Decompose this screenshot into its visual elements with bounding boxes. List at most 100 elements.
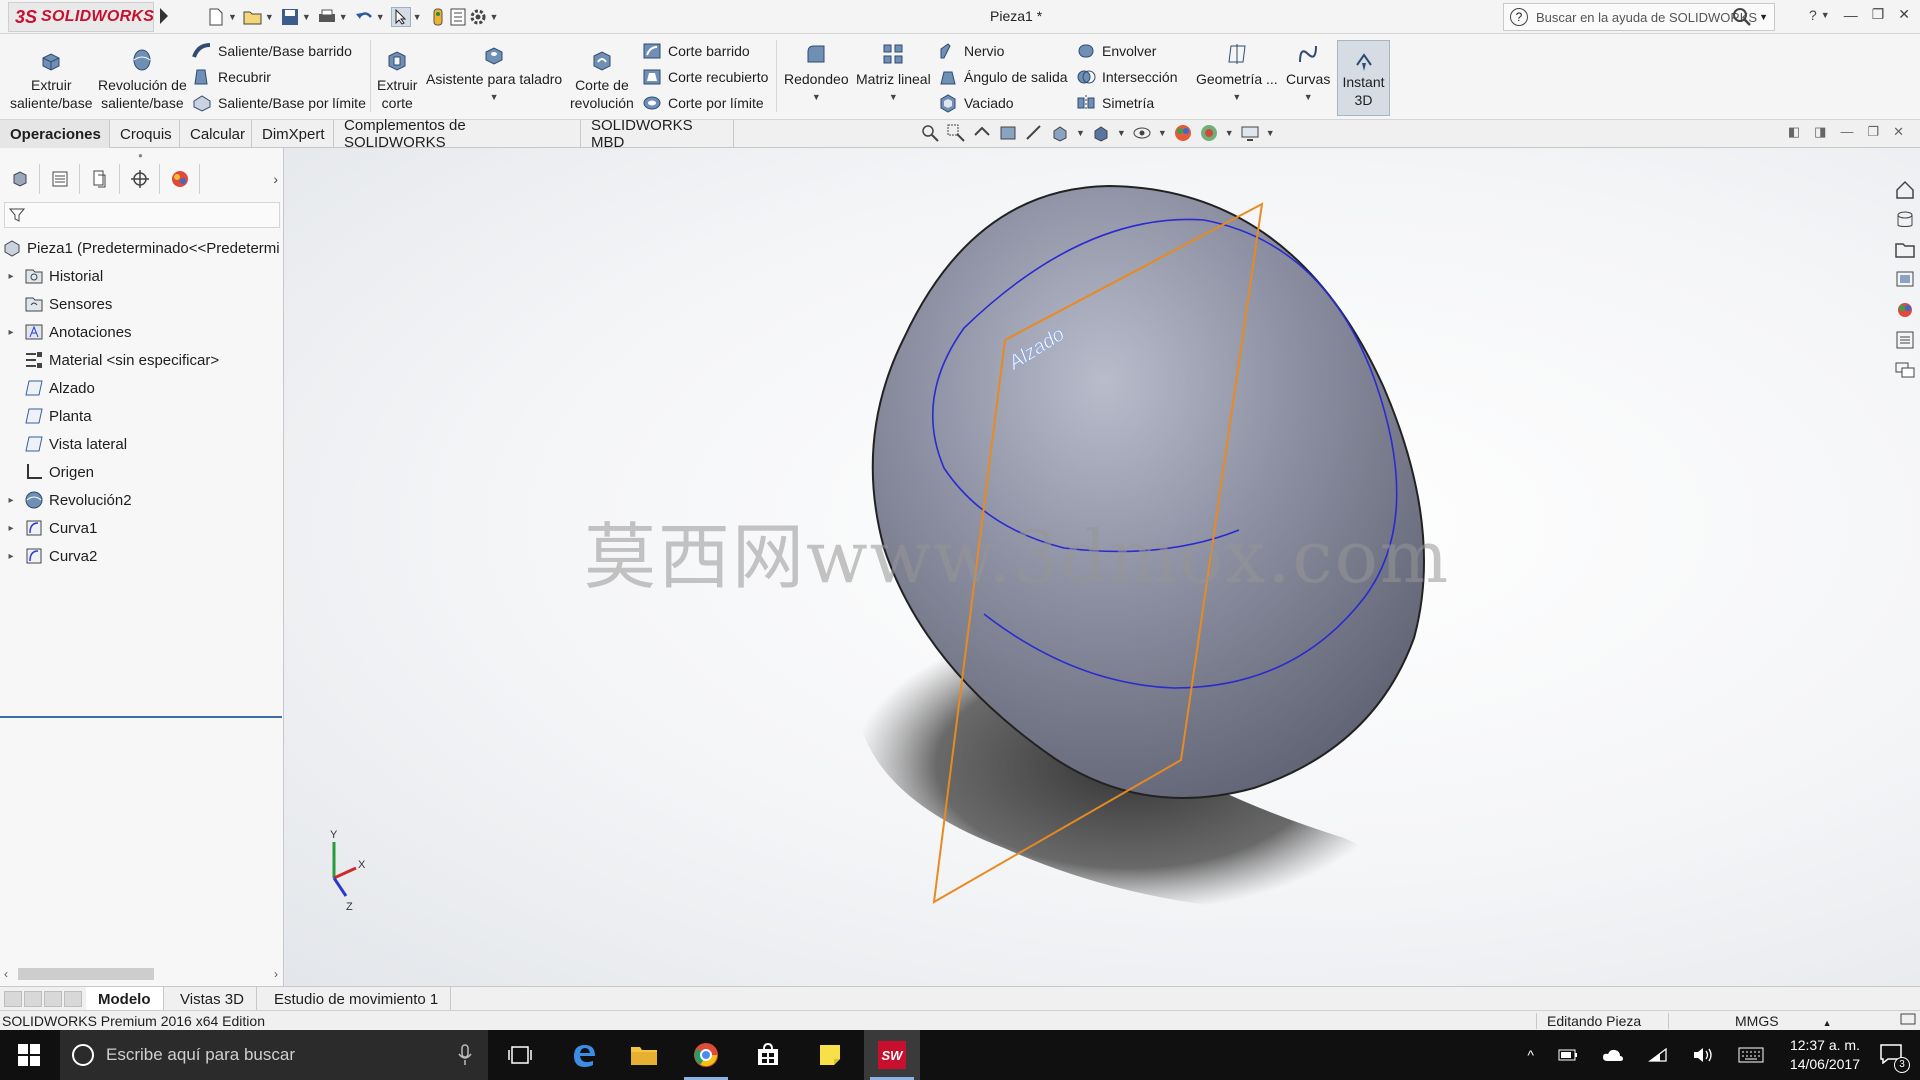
open-dropdown-icon[interactable]: ▼ xyxy=(265,12,274,22)
taskbar-chrome[interactable] xyxy=(678,1030,734,1080)
taskbar-file-explorer[interactable] xyxy=(616,1030,672,1080)
panel-expand-chevron-icon[interactable]: › xyxy=(273,171,278,187)
previous-view-icon[interactable] xyxy=(972,123,992,143)
graphics-area[interactable]: Alzado Y X Z 莫西网www.3dmox.com xyxy=(284,148,1920,986)
start-button[interactable] xyxy=(0,1030,58,1080)
tooltip-toggle-icon[interactable] xyxy=(1900,1013,1916,1030)
menu-flyout-arrow-icon[interactable] xyxy=(160,8,168,24)
help-dropdown-icon[interactable]: ▼ xyxy=(1821,10,1830,20)
pattern-dropdown-icon[interactable]: ▼ xyxy=(889,88,898,106)
boundary-cut-button[interactable]: Corte por límite xyxy=(642,92,764,114)
wrap-button[interactable]: Envolver xyxy=(1076,40,1156,62)
tab-operaciones[interactable]: Operaciones xyxy=(0,120,110,148)
expand-arrow-icon[interactable]: ▸ xyxy=(6,327,16,338)
extruded-cut-button[interactable]: Extruir corte xyxy=(377,48,417,112)
expand-arrow-icon[interactable]: ▸ xyxy=(6,271,16,282)
view-orientation-dropdown-icon[interactable]: ▼ xyxy=(1076,128,1085,138)
open-folder-icon[interactable] xyxy=(243,7,263,27)
first-tab-icon[interactable] xyxy=(4,991,22,1007)
task-view-button[interactable] xyxy=(492,1030,548,1080)
options-dropdown-icon[interactable]: ▼ xyxy=(490,12,499,22)
hole-wizard-button[interactable]: Asistente para taladro ▼ xyxy=(426,42,562,106)
last-tab-icon[interactable] xyxy=(64,991,82,1007)
scroll-thumb[interactable] xyxy=(18,968,154,980)
swept-cut-button[interactable]: Corte barrido xyxy=(642,40,750,62)
save-icon[interactable] xyxy=(280,7,300,27)
select-pointer-icon[interactable] xyxy=(390,7,411,27)
solidworks-resources-icon[interactable] xyxy=(1894,178,1916,202)
dynamic-annotation-icon[interactable] xyxy=(1024,123,1044,143)
unit-system-selector[interactable]: MMGS ▲ xyxy=(1668,1013,1831,1029)
taskbar-store[interactable] xyxy=(740,1030,796,1080)
revolve-boss-button[interactable]: Revolución de saliente/base xyxy=(98,48,187,112)
lofted-cut-button[interactable]: Corte recubierto xyxy=(642,66,768,88)
tree-item[interactable]: ▸ Anotaciones xyxy=(0,318,284,346)
options-gear-icon[interactable] xyxy=(468,7,488,27)
hide-show-dropdown-icon[interactable]: ▼ xyxy=(1158,128,1167,138)
rib-button[interactable]: Nervio xyxy=(938,40,1004,62)
loft-boss-button[interactable]: Recubrir xyxy=(192,66,271,88)
tile-left-icon[interactable]: ◧ xyxy=(1788,124,1800,140)
tab-estudio-movimiento[interactable]: Estudio de movimiento 1 xyxy=(262,987,452,1011)
tile-right-icon[interactable]: ◨ xyxy=(1814,124,1826,140)
onedrive-cloud-icon[interactable] xyxy=(1602,1048,1624,1062)
tree-item[interactable]: ▸ Curva1 xyxy=(0,514,284,542)
tree-item[interactable]: ▸ Historial xyxy=(0,262,284,290)
minimize-icon[interactable]: — xyxy=(1844,7,1858,23)
search-dropdown-icon[interactable]: ▼ xyxy=(1759,12,1768,22)
action-center-button[interactable]: 3 xyxy=(1880,1043,1910,1073)
file-properties-icon[interactable] xyxy=(448,7,468,27)
undo-dropdown-icon[interactable]: ▼ xyxy=(376,12,385,22)
tree-item[interactable]: Sensores xyxy=(0,290,284,318)
tree-item[interactable]: Origen xyxy=(0,458,284,486)
scene-dropdown-icon[interactable]: ▼ xyxy=(1225,128,1234,138)
doc-restore-icon[interactable]: ❐ xyxy=(1867,124,1879,140)
tree-item[interactable]: Alzado xyxy=(0,374,284,402)
propertymanager-tab-icon[interactable] xyxy=(40,164,80,194)
taskbar-edge[interactable] xyxy=(556,1030,612,1080)
microphone-icon[interactable] xyxy=(458,1044,472,1066)
reference-geometry-button[interactable]: Geometría ... ▼ xyxy=(1196,42,1278,106)
tab-complementos[interactable]: Complementos de SOLIDWORKS xyxy=(334,117,581,151)
close-icon[interactable]: ✕ xyxy=(1898,6,1910,23)
curves-button[interactable]: Curvas ▼ xyxy=(1286,42,1330,106)
scroll-left-icon[interactable]: ‹ xyxy=(4,967,8,981)
tree-root-part[interactable]: Pieza1 (Predeterminado<<Predetermi xyxy=(0,234,284,262)
view-settings-icon[interactable] xyxy=(1240,123,1260,143)
design-library-icon[interactable] xyxy=(1894,208,1916,232)
forum-icon[interactable] xyxy=(1894,358,1916,382)
tab-dimxpert[interactable]: DimXpert xyxy=(252,120,334,148)
taskbar-sticky-notes[interactable] xyxy=(802,1030,858,1080)
appearances-icon[interactable] xyxy=(1894,298,1916,322)
mirror-button[interactable]: Simetría xyxy=(1076,92,1154,114)
fillet-dropdown-icon[interactable]: ▼ xyxy=(812,88,821,106)
dimxpertmanager-tab-icon[interactable] xyxy=(120,164,160,194)
rollback-bar[interactable] xyxy=(0,716,282,718)
print-icon[interactable] xyxy=(317,7,337,27)
display-style-dropdown-icon[interactable]: ▼ xyxy=(1117,128,1126,138)
curves-dropdown-icon[interactable]: ▼ xyxy=(1304,88,1313,106)
tree-filter-field[interactable] xyxy=(4,202,280,228)
panel-horizontal-scrollbar[interactable]: ‹ › xyxy=(0,964,284,984)
view-orientation-icon[interactable] xyxy=(1050,123,1070,143)
battery-icon[interactable] xyxy=(1558,1049,1578,1061)
undo-icon[interactable] xyxy=(354,7,374,27)
expand-arrow-icon[interactable]: ▸ xyxy=(6,523,16,534)
geometry-dropdown-icon[interactable]: ▼ xyxy=(1232,88,1241,106)
doc-close-icon[interactable]: ✕ xyxy=(1893,124,1904,140)
boundary-boss-button[interactable]: Saliente/Base por límite xyxy=(192,92,366,114)
intersect-button[interactable]: Intersección xyxy=(1076,66,1177,88)
file-explorer-icon[interactable] xyxy=(1894,238,1916,262)
volume-icon[interactable] xyxy=(1692,1047,1714,1063)
zoom-area-icon[interactable] xyxy=(946,123,966,143)
reference-triad[interactable]: Y X Z xyxy=(330,829,366,913)
extrude-boss-button[interactable]: Extruir saliente/base xyxy=(10,48,93,112)
print-dropdown-icon[interactable]: ▼ xyxy=(339,12,348,22)
configurationmanager-tab-icon[interactable] xyxy=(80,164,120,194)
taskbar-search-box[interactable]: Escribe aquí para buscar xyxy=(60,1030,488,1080)
doc-minimize-icon[interactable]: — xyxy=(1840,124,1853,140)
hide-show-items-icon[interactable] xyxy=(1132,123,1152,143)
keyboard-icon[interactable] xyxy=(1738,1047,1764,1063)
instant-3d-toggle[interactable]: Instant 3D xyxy=(1337,40,1390,116)
revolved-cut-button[interactable]: Corte de revolución xyxy=(570,48,634,112)
